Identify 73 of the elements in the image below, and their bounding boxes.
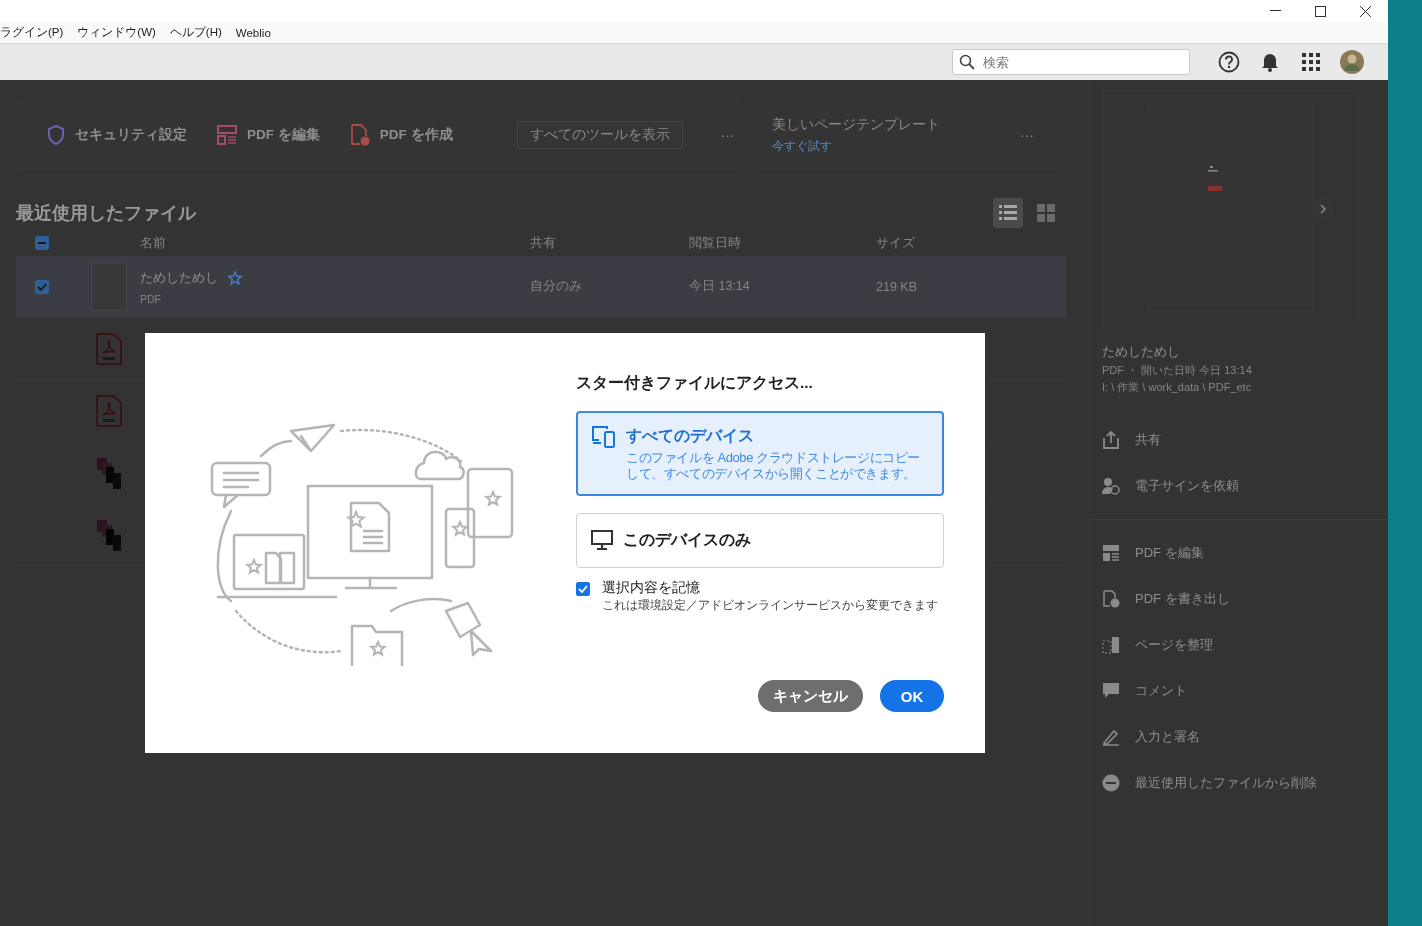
select-all-checkbox[interactable] [35, 236, 49, 250]
comment-icon [1102, 682, 1120, 700]
menu-item[interactable]: ラグイン(P) [0, 25, 64, 40]
close-icon[interactable] [1360, 5, 1371, 17]
action-item[interactable]: 電子サインを依頼 [1135, 477, 1239, 495]
remember-checkbox[interactable] [576, 582, 590, 597]
action-item[interactable]: 入力と署名 [1135, 728, 1200, 746]
menu-item[interactable]: Weblio [235, 26, 271, 39]
share-icon [1102, 431, 1120, 449]
shield-icon [47, 125, 65, 145]
checkmark-icon [37, 282, 47, 291]
star-icon[interactable] [228, 270, 242, 285]
menu-item[interactable]: ウィンドウ(W) [77, 25, 156, 40]
list-icon [999, 205, 1017, 221]
avatar-icon[interactable] [1339, 50, 1364, 74]
option-card[interactable]: すべてのデバイス このファイルを Adobe クラウドストレージにコピーして、すべてのデバイスから開くことができます。 [576, 411, 944, 497]
pages-icon [1102, 636, 1120, 654]
column-header[interactable]: 共有 [530, 234, 689, 252]
ok-button[interactable]: OK [880, 680, 944, 713]
file-meta: PDF ・ 開いた日時 今日 13:14 [1102, 363, 1253, 378]
bell-icon[interactable] [1260, 52, 1279, 72]
maximize-icon[interactable] [1315, 5, 1326, 17]
column-header[interactable]: サイズ [876, 234, 1066, 252]
chevron-icon [1320, 204, 1326, 214]
file-name: ためしためし [140, 268, 218, 287]
all-tools-button[interactable]: すべてのツールを表示 [516, 121, 683, 149]
file-type: PDF [140, 292, 162, 305]
file-row[interactable]: ためしためし PDF 自分のみ 今日 13:14 219 KB [16, 256, 1066, 318]
pdf-file-icon [95, 332, 123, 365]
search-field[interactable]: 検索 [952, 49, 1190, 75]
column-header[interactable]: 名前 [140, 234, 530, 252]
tool-label[interactable]: セキュリティ設定 [75, 126, 187, 144]
table-cell-text: 自分のみ [530, 278, 583, 295]
tool-label[interactable]: PDF を編集 [247, 126, 320, 144]
action-item[interactable]: PDF を編集 [1135, 544, 1204, 562]
option-card[interactable]: このデバイスのみ [576, 513, 944, 569]
list-view-button[interactable] [993, 198, 1023, 228]
minimize-icon[interactable] [1270, 10, 1281, 12]
file-name: ためしためし [1102, 343, 1181, 361]
grid-icon [1037, 204, 1055, 222]
checkbox-note: これは環境設定／アドビオンラインサービスから変更できます [602, 597, 938, 615]
table-cell-text: 219 KB [876, 279, 918, 294]
promo-link[interactable]: 今すぐ試す [772, 137, 832, 155]
more-button[interactable]: ··· [1020, 127, 1034, 143]
action-item[interactable]: PDF を書き出し [1135, 590, 1230, 608]
checkbox-label: 選択内容を記憶 [602, 579, 701, 598]
row-checkbox[interactable] [35, 279, 49, 294]
table-cell-text: 今日 13:14 [689, 278, 751, 295]
action-item[interactable]: 共有 [1135, 431, 1161, 449]
promo-title: 美しいページテンプレート [772, 115, 940, 134]
pdf-file-icon [95, 394, 123, 427]
layout-icon [1102, 544, 1120, 562]
cancel-button[interactable]: キャンセル [758, 680, 863, 713]
file-path: I: \ 作業 \ work_data \ PDF_etc [1102, 380, 1253, 395]
dialog-title: スター付きファイルにアクセス... [576, 373, 814, 393]
apps-grid-icon[interactable] [1301, 53, 1320, 71]
minus-icon [38, 242, 46, 244]
checkmark-icon [578, 585, 588, 594]
action-item[interactable]: コメント [1135, 682, 1187, 700]
column-header[interactable]: 閲覧日時 [689, 234, 876, 252]
devices-icon [592, 426, 616, 448]
tool-label[interactable]: PDF を作成 [379, 126, 453, 144]
document-plus-icon [349, 124, 370, 146]
action-item[interactable]: ページを整理 [1135, 636, 1213, 654]
menu-item[interactable]: ヘルプ(H) [169, 25, 222, 40]
minus-circle-icon [1102, 774, 1120, 792]
pen-icon [1102, 728, 1120, 746]
action-item[interactable]: 最近使用したファイルから削除 [1135, 774, 1317, 792]
section-heading: 最近使用したファイル [16, 202, 196, 225]
layout-icon [217, 125, 237, 145]
monitor-icon [591, 530, 613, 551]
more-button[interactable]: ··· [720, 127, 735, 143]
help-icon[interactable] [1217, 51, 1240, 73]
